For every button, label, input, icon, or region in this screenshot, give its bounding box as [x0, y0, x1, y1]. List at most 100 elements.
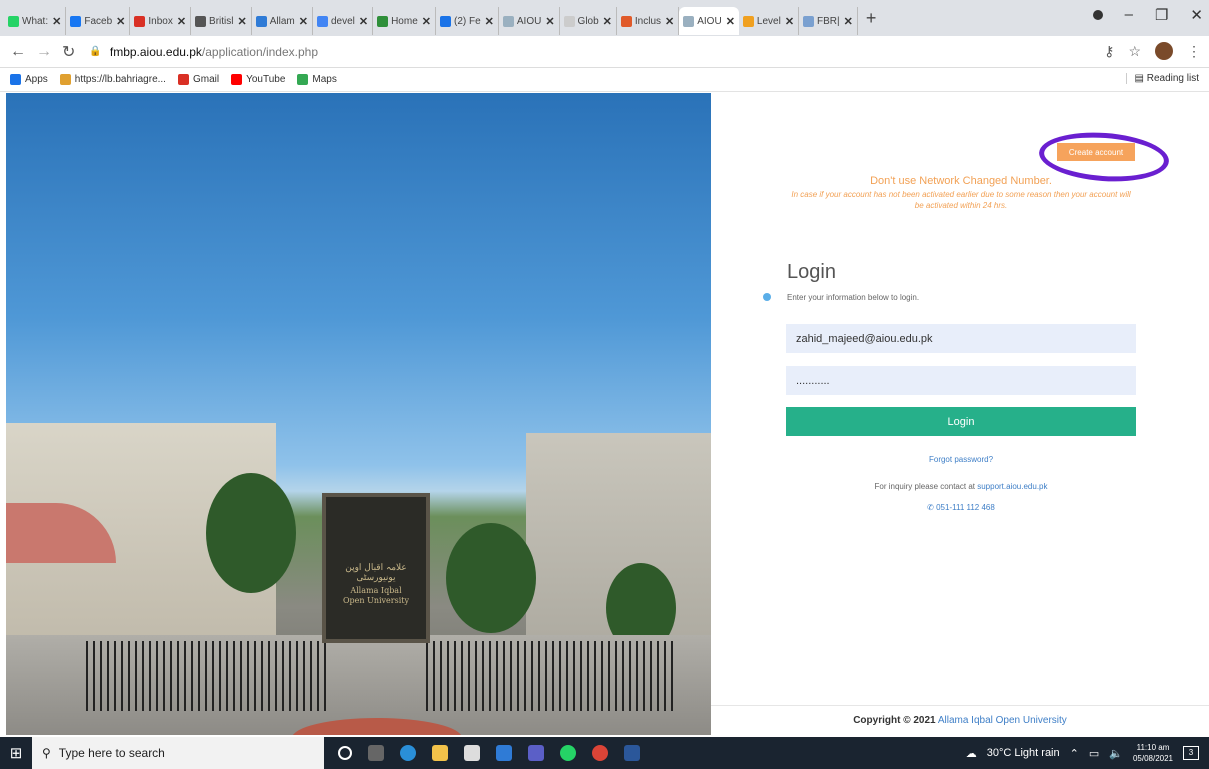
cortana-icon[interactable]	[338, 746, 352, 760]
minimize-button[interactable]: –	[1125, 6, 1133, 24]
record-icon[interactable]	[1092, 10, 1103, 20]
warning-body: In case if your account has not been act…	[791, 190, 1131, 210]
windows-taskbar: ⊞ ⚲ Type here to search ☁ 30°C Light rai…	[0, 737, 1209, 769]
chrome-icon[interactable]	[592, 745, 608, 761]
browser-tab[interactable]: devel ✕	[313, 7, 374, 35]
login-button[interactable]: Login	[786, 407, 1136, 436]
weather-text[interactable]: 30°C Light rain	[987, 747, 1060, 759]
windows-start-icon[interactable]: ⊞	[0, 744, 32, 762]
forward-button[interactable]: →	[36, 43, 52, 61]
tab-close-icon[interactable]: ✕	[422, 15, 431, 28]
support-link[interactable]: support.aiou.edu.pk	[977, 482, 1047, 491]
browser-tab[interactable]: AIOU ✕	[499, 7, 560, 35]
tab-close-icon[interactable]: ✕	[52, 15, 61, 28]
tab-label: Inbox	[148, 15, 173, 27]
bullet-dot	[763, 293, 771, 301]
tab-label: Allam	[269, 15, 295, 27]
close-window-button[interactable]: ✕	[1190, 6, 1203, 24]
browser-tab[interactable]: What: ✕	[4, 7, 67, 35]
tab-close-icon[interactable]: ✕	[299, 15, 308, 28]
browser-tab[interactable]: Allam ✕	[252, 7, 313, 35]
tab-close-icon[interactable]: ✕	[545, 15, 554, 28]
mail-icon[interactable]	[496, 745, 512, 761]
volume-icon[interactable]: 🔈	[1109, 747, 1123, 760]
reload-button[interactable]: ↻	[62, 42, 75, 62]
google-icon	[316, 15, 328, 27]
tab-close-icon[interactable]: ✕	[238, 15, 247, 28]
menu-icon[interactable]: ⋮	[1187, 43, 1201, 60]
tab-close-icon[interactable]: ✕	[359, 15, 368, 28]
footer: Copyright © 2021 Allama Iqbal Open Unive…	[711, 705, 1209, 735]
bookmark-item[interactable]: Maps	[297, 74, 337, 85]
notification-icon[interactable]: 3	[1183, 746, 1199, 760]
store-icon[interactable]	[464, 745, 480, 761]
tab-label: Inclus	[634, 15, 662, 27]
back-button[interactable]: ←	[10, 43, 26, 61]
password-field[interactable]	[786, 366, 1136, 395]
tab-label: What:	[22, 15, 49, 27]
email-field[interactable]	[786, 324, 1136, 353]
browser-tab[interactable]: Glob ✕	[560, 7, 617, 35]
doc-icon	[803, 15, 815, 27]
browser-tab[interactable]: Inclus ✕	[617, 7, 680, 35]
bookmark-item[interactable]: Apps	[10, 74, 48, 85]
copyright-org-link[interactable]: Allama Iqbal Open University	[938, 715, 1067, 726]
window-controls: – ❐ ✕	[1092, 6, 1203, 24]
campus-gate-photo: علامہ اقبال اوپن یونیورسٹی Allama Iqbal …	[6, 93, 711, 735]
network-icon[interactable]: ▭	[1089, 747, 1099, 760]
browser-tab[interactable]: AIOU ✕	[679, 7, 739, 35]
tab-label: Home	[391, 15, 418, 27]
word-icon[interactable]	[624, 745, 640, 761]
calendar-icon	[439, 15, 451, 27]
bookmark-icon	[231, 74, 243, 85]
browser-tab[interactable]: Level ✕	[739, 7, 800, 35]
tab-close-icon[interactable]: ✕	[603, 15, 612, 28]
tab-close-icon[interactable]: ✕	[116, 15, 125, 28]
facebook-icon	[70, 15, 82, 27]
bookmark-item[interactable]: YouTube	[231, 74, 285, 85]
tab-label: Level	[756, 15, 781, 27]
browser-tab[interactable]: Inbox ✕	[130, 7, 192, 35]
key-icon[interactable]: ⚷	[1104, 43, 1114, 60]
login-subtitle: Enter your information below to login.	[787, 293, 920, 302]
tab-close-icon[interactable]: ✕	[844, 15, 853, 28]
gate-fence-left	[86, 641, 326, 711]
tab-close-icon[interactable]: ✕	[726, 15, 735, 28]
tab-label: Faceb	[84, 15, 113, 27]
level-icon	[742, 15, 754, 27]
forgot-password-link[interactable]: Forgot password?	[786, 455, 1136, 464]
tab-label: FBR|	[817, 15, 840, 27]
browser-tab[interactable]: Faceb ✕	[66, 7, 131, 35]
reading-list-button[interactable]: ▤ Reading list	[1125, 73, 1199, 84]
star-icon[interactable]: ☆	[1128, 43, 1141, 60]
profile-avatar[interactable]	[1155, 42, 1173, 60]
tab-close-icon[interactable]: ✕	[785, 15, 794, 28]
taskbar-search[interactable]: ⚲ Type here to search	[32, 737, 324, 769]
teams-icon[interactable]	[528, 745, 544, 761]
edge-icon[interactable]	[400, 745, 416, 761]
chevron-up-icon[interactable]: ⌃	[1070, 747, 1079, 760]
tab-close-icon[interactable]: ✕	[665, 15, 674, 28]
tab-label: AIOU	[697, 15, 722, 27]
bookmark-item[interactable]: Gmail	[177, 74, 219, 85]
task-view-icon[interactable]	[368, 745, 384, 761]
browser-tab[interactable]: FBR| ✕	[799, 7, 858, 35]
whatsapp-icon[interactable]	[560, 745, 576, 761]
gate-text-en-2: Open University	[342, 596, 410, 605]
whatsapp-icon	[8, 15, 19, 27]
browser-tab-bar: What: ✕ Faceb ✕ Inbox ✕ Britisl ✕ Allam ✕ devel ✕ Ho…	[0, 0, 1209, 36]
new-tab-button[interactable]: +	[866, 8, 877, 29]
browser-tab[interactable]: Britisl ✕	[191, 7, 252, 35]
clock[interactable]: 11:10 am 05/08/2021	[1133, 742, 1173, 764]
browser-tab[interactable]: (2) Fe ✕	[436, 7, 499, 35]
file-explorer-icon[interactable]	[432, 745, 448, 761]
lock-icon[interactable]: 🔒	[89, 46, 101, 57]
tree	[446, 523, 536, 633]
tab-close-icon[interactable]: ✕	[485, 15, 494, 28]
restore-button[interactable]: ❐	[1155, 6, 1168, 24]
tab-close-icon[interactable]: ✕	[177, 15, 186, 28]
copyright-text: Copyright © 2021	[853, 715, 936, 726]
browser-tab[interactable]: Home ✕	[373, 7, 436, 35]
url-field[interactable]: 🔒 fmbp.aiou.edu.pk/application/index.php	[89, 45, 318, 59]
bookmark-item[interactable]: https://lb.bahriagre...	[59, 74, 166, 85]
